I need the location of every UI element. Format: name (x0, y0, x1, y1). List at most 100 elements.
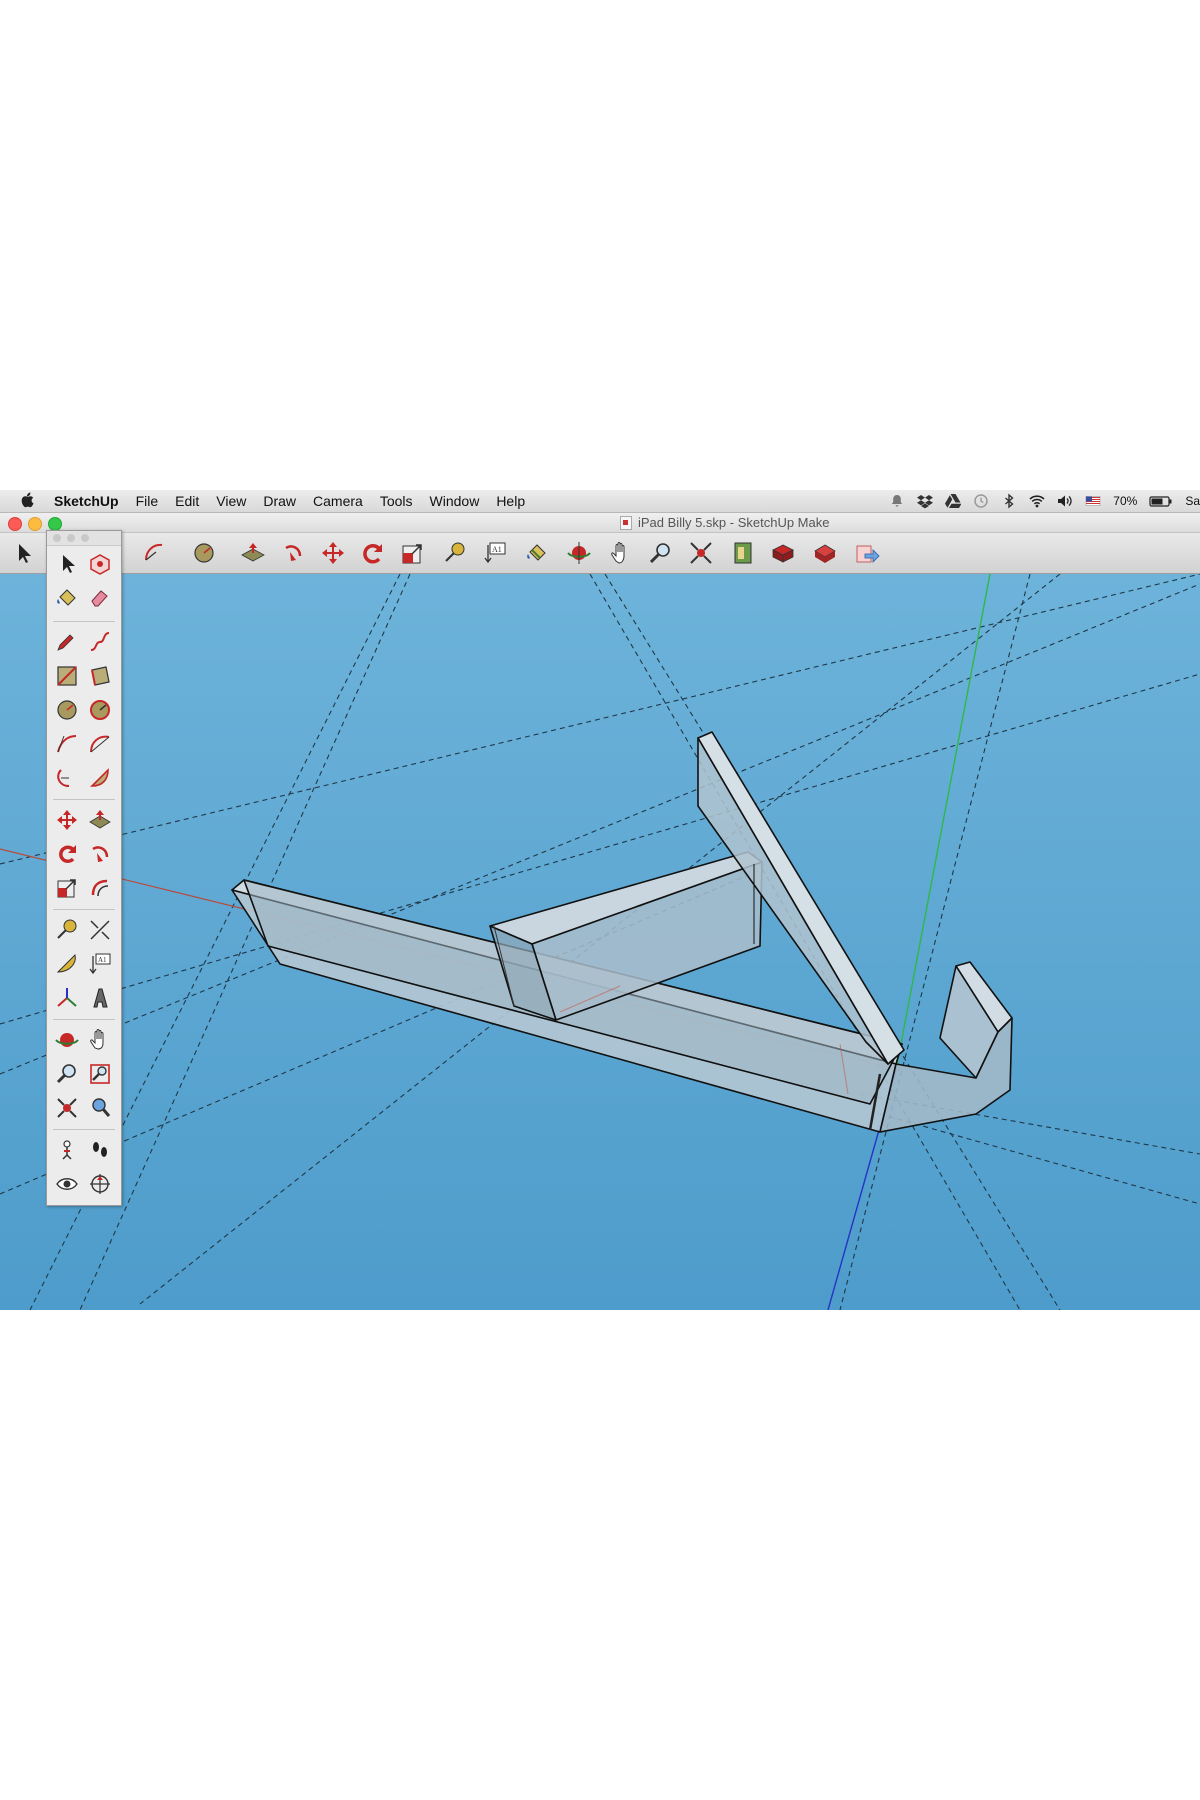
text-label-icon: A1 (484, 542, 506, 564)
zoom-tool-button[interactable] (646, 539, 676, 567)
palette-tape-measure-button[interactable] (52, 915, 82, 945)
palette-polygon-button[interactable] (85, 695, 115, 725)
palette-close-button[interactable] (53, 534, 61, 542)
palette-section-plane-button[interactable] (85, 1169, 115, 1199)
palette-position-camera-button[interactable] (52, 1135, 82, 1165)
volume-icon[interactable] (1057, 493, 1073, 509)
palette-move-button[interactable] (52, 805, 82, 835)
menu-view[interactable]: View (216, 493, 246, 509)
palette-zoom-window-button[interactable] (85, 1059, 115, 1089)
palette-3d-text-button[interactable] (85, 983, 115, 1013)
palette-select-button[interactable] (52, 549, 82, 579)
palette-circle-button[interactable] (52, 695, 82, 725)
3d-warehouse-tool-button[interactable] (728, 539, 758, 567)
palette-look-around-button[interactable] (52, 1169, 82, 1199)
follow-me-tool-button[interactable] (278, 539, 308, 567)
extension-warehouse-tool-button[interactable] (768, 539, 798, 567)
menu-draw[interactable]: Draw (263, 493, 296, 509)
palette-orbit-button[interactable] (52, 1025, 82, 1055)
select-tool-button[interactable] (8, 539, 38, 567)
paint-bucket-tool-button[interactable] (522, 539, 552, 567)
google-drive-icon[interactable] (945, 493, 962, 509)
palette-title-bar[interactable] (47, 531, 121, 546)
notification-icon[interactable] (889, 493, 905, 509)
palette-protractor-button[interactable] (52, 949, 82, 979)
layout-tool-button[interactable] (810, 539, 840, 567)
palette-zoom-button[interactable] (81, 534, 89, 542)
palette-freehand-button[interactable] (85, 627, 115, 657)
battery-icon[interactable] (1149, 493, 1173, 509)
us-flag-icon[interactable] (1085, 493, 1101, 509)
menu-camera[interactable]: Camera (313, 493, 363, 509)
move-tool-button[interactable] (318, 539, 348, 567)
palette-push-pull-button[interactable] (85, 805, 115, 835)
scale-icon (57, 879, 76, 898)
protractor-icon (56, 954, 76, 973)
previous-view-icon (92, 1098, 111, 1117)
3d-text-icon (93, 988, 108, 1008)
palette-offset-button[interactable] (85, 873, 115, 903)
palette-minimize-button[interactable] (67, 534, 75, 542)
palette-divider (53, 621, 115, 622)
palette-previous-view-button[interactable] (85, 1093, 115, 1123)
scale-tool-button[interactable] (398, 539, 428, 567)
zoom-extents-tool-button[interactable] (686, 539, 716, 567)
palette-axes-button[interactable] (52, 983, 82, 1013)
palette-rotated-rectangle-button[interactable] (85, 661, 115, 691)
palette-zoom-extents-button[interactable] (52, 1093, 82, 1123)
document-icon (620, 515, 632, 530)
menu-file[interactable]: File (136, 493, 159, 509)
palette-arc-button[interactable] (52, 729, 82, 759)
circle-tool-button[interactable] (190, 539, 220, 567)
menu-window[interactable]: Window (430, 493, 480, 509)
palette-walk-button[interactable] (85, 1135, 115, 1165)
palette-rectangle-button[interactable] (52, 661, 82, 691)
model-viewport[interactable] (0, 574, 1200, 1310)
pan-tool-button[interactable] (606, 539, 636, 567)
rotated-rectangle-icon (91, 666, 110, 686)
palette-rotate-button[interactable] (52, 839, 82, 869)
pan-hand-icon (611, 542, 625, 564)
menu-edit[interactable]: Edit (175, 493, 199, 509)
apple-menu-icon[interactable] (20, 492, 34, 508)
palette-zoom-button-tool[interactable] (52, 1059, 82, 1089)
palette-paint-button[interactable] (52, 583, 82, 613)
palette-component-button[interactable] (85, 549, 115, 579)
paint-bucket-icon (57, 589, 76, 606)
palette-pie-button[interactable] (85, 763, 115, 793)
send-to-layout-icon (856, 545, 880, 563)
palette-3point-arc-button[interactable] (52, 763, 82, 793)
palette-2point-arc-button[interactable] (85, 729, 115, 759)
push-pull-icon (241, 543, 265, 562)
palette-follow-me-button[interactable] (85, 839, 115, 869)
time-machine-icon[interactable] (973, 493, 989, 509)
tape-measure-tool-button[interactable] (440, 539, 470, 567)
palette-text-button[interactable]: A1 (85, 949, 115, 979)
minimize-window-button[interactable] (28, 517, 42, 531)
bluetooth-icon[interactable] (1001, 493, 1017, 509)
palette-scale-button[interactable] (52, 873, 82, 903)
palette-line-button[interactable] (52, 627, 82, 657)
text-tool-button[interactable]: A1 (480, 539, 510, 567)
palette-pan-button[interactable] (85, 1025, 115, 1055)
window-title: iPad Billy 5.skp - SketchUp Make (620, 515, 829, 530)
palette-dimension-button[interactable] (85, 915, 115, 945)
select-arrow-icon (63, 555, 75, 573)
palette-eraser-button[interactable] (85, 583, 115, 613)
menu-tools[interactable]: Tools (380, 493, 413, 509)
model-scene[interactable] (0, 574, 1200, 1310)
wifi-icon[interactable] (1029, 493, 1045, 509)
offset-icon (91, 879, 109, 897)
close-window-button[interactable] (8, 517, 22, 531)
send-to-layout-tool-button[interactable] (852, 539, 882, 567)
orbit-tool-button[interactable] (564, 539, 594, 567)
arc-tool-button[interactable] (140, 539, 170, 567)
menu-app-name[interactable]: SketchUp (54, 493, 119, 509)
rotate-tool-button[interactable] (358, 539, 388, 567)
menu-clock[interactable]: Sa (1185, 494, 1200, 508)
layout-icon (814, 544, 836, 563)
zoom-window-button[interactable] (48, 517, 62, 531)
dropbox-icon[interactable] (917, 493, 934, 509)
push-pull-tool-button[interactable] (238, 539, 268, 567)
menu-help[interactable]: Help (496, 493, 525, 509)
